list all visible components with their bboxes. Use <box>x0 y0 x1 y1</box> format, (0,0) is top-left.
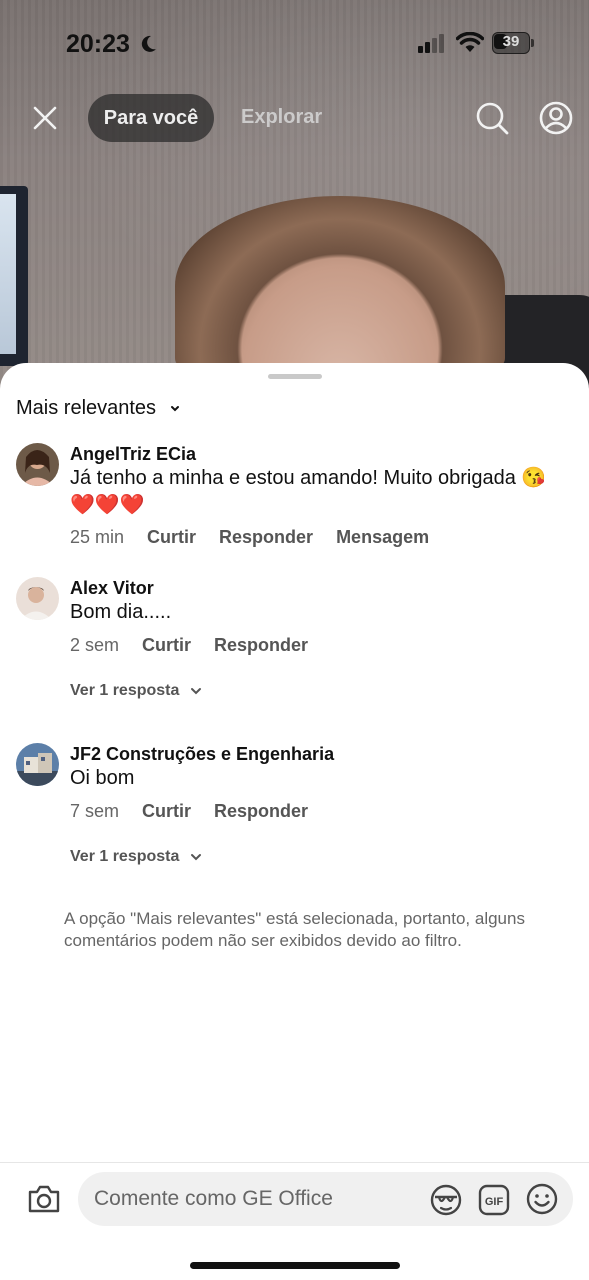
comments-sheet: Mais relevantes AngelTriz ECia Já tenho … <box>0 363 589 1280</box>
chevron-down-icon <box>191 688 202 695</box>
tab-for-you[interactable]: Para você <box>88 94 214 142</box>
sort-dropdown[interactable]: Mais relevantes <box>16 397 182 420</box>
reply-button[interactable]: Responder <box>219 527 313 548</box>
like-button[interactable]: Curtir <box>147 527 196 548</box>
filter-notice: A opção "Mais relevantes" está seleciona… <box>64 909 525 950</box>
search-icon[interactable] <box>474 100 510 136</box>
avatar[interactable] <box>16 577 59 620</box>
camera-icon[interactable] <box>27 1184 61 1214</box>
chevron-down-icon <box>171 405 180 411</box>
comment-time: 2 sem <box>70 635 120 655</box>
comment-author[interactable]: Alex Vitor <box>70 578 154 599</box>
comment-item: JF2 Construções e Engenharia Oi bom 7 se… <box>0 743 589 873</box>
composer-divider <box>0 1162 589 1163</box>
comment-item: AngelTriz ECia Já tenho a minha e estou … <box>0 443 589 553</box>
like-button[interactable]: Curtir <box>142 635 191 656</box>
view-replies-label: Ver 1 resposta <box>70 848 180 865</box>
home-indicator <box>190 1262 400 1269</box>
comment-actions: 25 min Curtir Responder Mensagem <box>70 527 429 548</box>
comment-time: 25 min <box>70 527 125 547</box>
svg-text:GIF: GIF <box>485 1196 504 1208</box>
battery-icon: 39 <box>492 32 534 54</box>
close-icon[interactable] <box>30 103 60 133</box>
person-hair <box>175 196 505 376</box>
view-replies-button[interactable]: Ver 1 resposta <box>70 682 203 700</box>
like-button[interactable]: Curtir <box>142 801 191 822</box>
view-replies-label: Ver 1 resposta <box>70 682 180 699</box>
chevron-down-icon <box>191 854 202 861</box>
avatar[interactable] <box>16 743 59 786</box>
comment-item: Alex Vitor Bom dia..... 2 sem Curtir Res… <box>0 577 589 707</box>
background-monitor <box>0 186 28 366</box>
view-replies-button[interactable]: Ver 1 resposta <box>70 848 203 866</box>
sheet-grabber[interactable] <box>268 374 322 379</box>
moon-icon <box>141 35 156 52</box>
profile-icon[interactable] <box>538 100 574 136</box>
comment-actions: 7 sem Curtir Responder <box>70 801 308 822</box>
battery-percent: 39 <box>502 33 520 50</box>
gif-icon[interactable]: GIF <box>478 1184 510 1216</box>
comment-text-hearts: ❤️❤️❤️ <box>70 494 145 516</box>
sort-label: Mais relevantes <box>16 397 157 419</box>
status-time: 20:23 <box>66 30 130 58</box>
signal-icon <box>418 34 444 53</box>
tab-explore[interactable]: Explorar <box>241 106 322 129</box>
reply-button[interactable]: Responder <box>214 801 308 822</box>
reply-button[interactable]: Responder <box>214 635 308 656</box>
avatar[interactable] <box>16 443 59 486</box>
wifi-icon <box>456 32 484 52</box>
status-bar: 20:23 39 <box>0 0 589 88</box>
comment-text: Bom dia..... <box>70 601 172 623</box>
comment-text: Já tenho a minha e estou amando! Muito o… <box>70 467 547 489</box>
emoji-icon[interactable] <box>525 1182 559 1216</box>
message-button[interactable]: Mensagem <box>336 527 429 548</box>
sticker-icon[interactable] <box>429 1183 463 1217</box>
comment-author[interactable]: AngelTriz ECia <box>70 444 196 465</box>
comment-text: Oi bom <box>70 767 135 789</box>
comment-time: 7 sem <box>70 801 120 821</box>
comment-actions: 2 sem Curtir Responder <box>70 635 308 656</box>
comment-author[interactable]: JF2 Construções e Engenharia <box>70 744 334 765</box>
